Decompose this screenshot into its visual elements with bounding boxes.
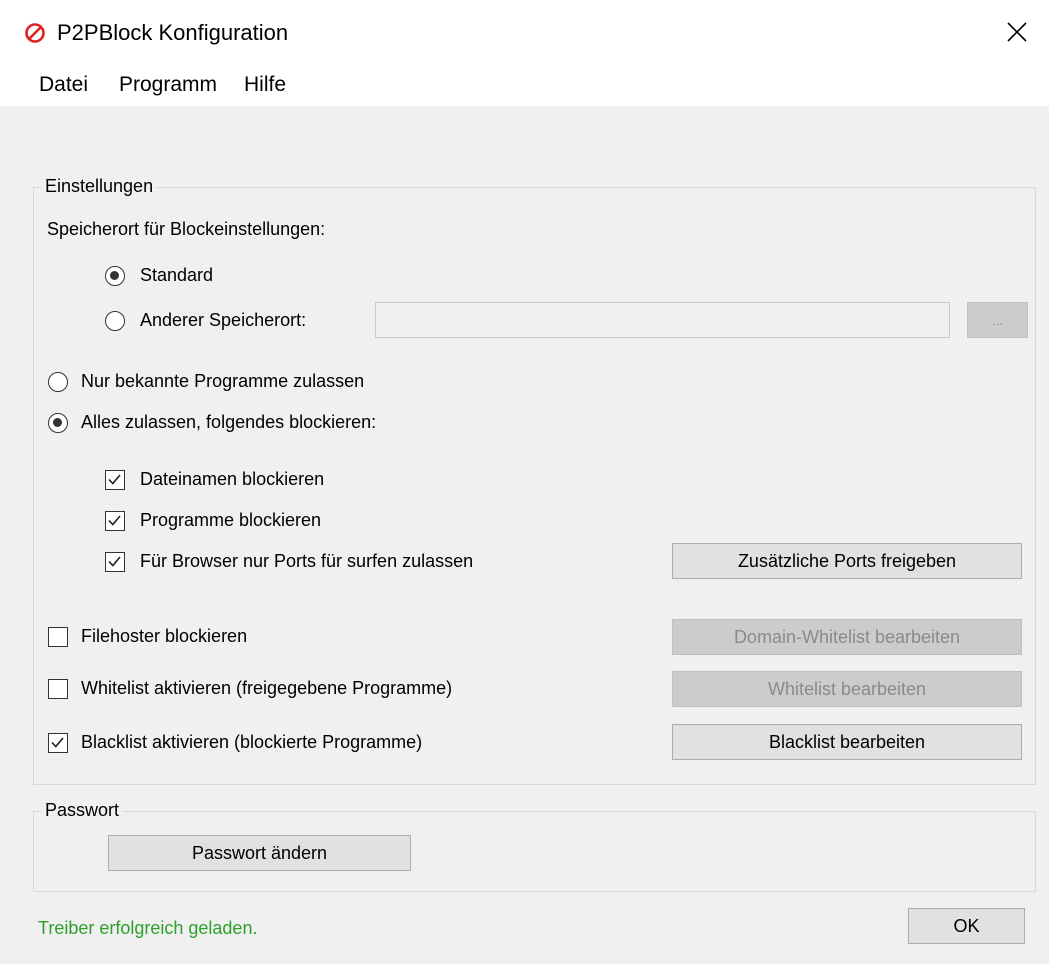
blacklist-edit-button[interactable]: Blacklist bearbeiten [672, 724, 1022, 760]
status-text: Treiber erfolgreich geladen. [38, 918, 258, 938]
radio-known-only-label: Nur bekannte Programme zulassen [81, 371, 365, 391]
close-icon [1007, 22, 1027, 42]
checkbox-filenames-label: Dateinamen blockieren [140, 469, 325, 489]
password-group-title: Passwort [42, 800, 123, 821]
radio-other-location-label: Anderer Speicherort: [140, 310, 307, 330]
storage-label: Speicherort für Blockeinstellungen: [47, 219, 326, 239]
checkbox-browser-ports-label: Für Browser nur Ports für surfen zulasse… [140, 551, 474, 571]
window-title: P2PBlock Konfiguration [57, 20, 289, 45]
menu-programm[interactable]: Programm [117, 73, 219, 97]
checkbox-blacklist[interactable] [48, 733, 68, 753]
checkbox-filenames[interactable] [105, 470, 125, 490]
radio-standard-label: Standard [140, 265, 214, 285]
close-button[interactable] [985, 0, 1049, 64]
checkbox-blacklist-label: Blacklist aktivieren (blockierte Program… [81, 732, 423, 752]
checkmark-icon [108, 556, 121, 567]
checkbox-programs[interactable] [105, 511, 125, 531]
title-bar: P2PBlock Konfiguration [0, 0, 1049, 64]
radio-allow-all[interactable] [48, 413, 68, 433]
change-password-button[interactable]: Passwort ändern [108, 835, 411, 871]
browse-button[interactable]: ... [967, 302, 1028, 338]
checkbox-filehoster[interactable] [48, 627, 68, 647]
radio-known-only[interactable] [48, 372, 68, 392]
checkbox-whitelist-label: Whitelist aktivieren (freigegebene Progr… [81, 678, 453, 698]
checkbox-browser-ports[interactable] [105, 552, 125, 572]
domain-whitelist-button[interactable]: Domain-Whitelist bearbeiten [672, 619, 1022, 655]
radio-allow-all-label: Alles zulassen, folgendes blockieren: [81, 412, 377, 432]
checkbox-programs-label: Programme blockieren [140, 510, 322, 530]
ok-button[interactable]: OK [908, 908, 1025, 944]
extra-ports-button[interactable]: Zusätzliche Ports freigeben [672, 543, 1022, 579]
checkmark-icon [108, 474, 121, 485]
radio-other-location[interactable] [105, 311, 125, 331]
radio-standard[interactable] [105, 266, 125, 286]
block-icon [25, 23, 45, 43]
checkmark-icon [51, 737, 64, 748]
whitelist-edit-button[interactable]: Whitelist bearbeiten [672, 671, 1022, 707]
menu-bar: Datei Programm Hilfe [0, 64, 1049, 106]
other-location-path-input[interactable] [375, 302, 950, 338]
checkbox-filehoster-label: Filehoster blockieren [81, 626, 248, 646]
menu-datei[interactable]: Datei [37, 73, 90, 97]
checkbox-whitelist[interactable] [48, 679, 68, 699]
menu-hilfe[interactable]: Hilfe [242, 73, 288, 97]
checkmark-icon [108, 515, 121, 526]
settings-group-title: Einstellungen [42, 176, 157, 197]
